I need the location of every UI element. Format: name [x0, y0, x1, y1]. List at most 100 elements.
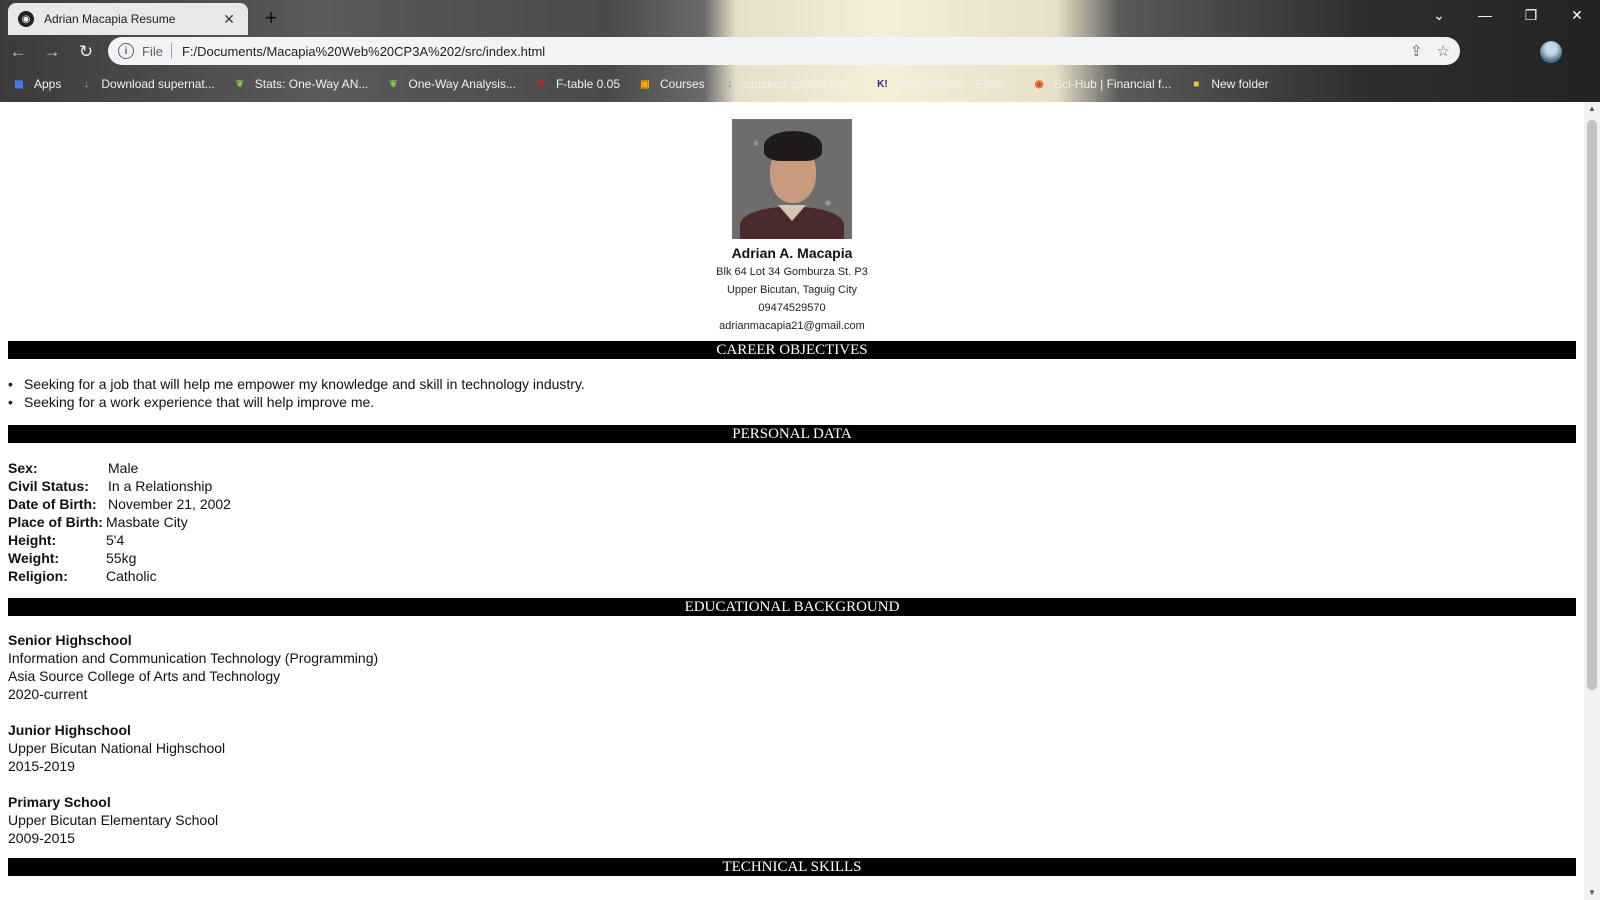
email-address: adrianmacapia21@gmail.com: [719, 320, 865, 332]
scroll-up-icon[interactable]: ▲: [1584, 102, 1600, 116]
url-scheme: File: [142, 43, 163, 59]
tab-search-icon[interactable]: ⌄: [1416, 0, 1462, 30]
page-viewport: Adrian A. Macapia Blk 64 Lot 34 Gomburza…: [0, 102, 1584, 900]
education-detail: Upper Bicutan National Highschool: [8, 740, 226, 756]
field-label: Sex:: [8, 460, 38, 476]
profile-avatar[interactable]: [1540, 41, 1562, 63]
personal-data-heading: PERSONAL DATA: [8, 425, 1576, 443]
educational-background-heading: EDUCATIONAL BACKGROUND: [8, 598, 1576, 616]
objective-item: • Seeking for a job that will help me emp…: [8, 375, 585, 393]
bookmarks-bar: ▦ Apps ↓ Download supernat... ❦ Stats: One-Wa…: [0, 70, 1600, 98]
bookmark-item[interactable]: ■ New folder: [1189, 77, 1268, 91]
url-text[interactable]: F:/Documents/Macapia%20Web%20CP3A%202/sr…: [182, 44, 1396, 59]
bookmark-item[interactable]: ❦ Stats: One-Way AN...: [233, 77, 369, 91]
education-detail: 2015-2019: [8, 758, 75, 774]
info-icon[interactable]: i: [118, 43, 134, 59]
objective-item: • Seeking for a work experience that will…: [8, 393, 585, 411]
resume-name: Adrian A. Macapia: [731, 245, 853, 261]
bookmark-item[interactable]: ▣ Courses: [638, 77, 705, 91]
vertical-scrollbar[interactable]: ▲ ▼: [1584, 102, 1600, 900]
bookmark-label: Sci-Hub | Financial f...: [1054, 77, 1172, 91]
personal-data-row: Date of Birth: November 21, 2002: [8, 495, 231, 513]
browser-tab[interactable]: ◉ Adrian Macapia Resume ✕: [8, 3, 248, 35]
back-icon[interactable]: ←: [2, 38, 34, 66]
education-detail: Asia Source College of Arts and Technolo…: [8, 668, 281, 684]
minimize-icon[interactable]: —: [1462, 0, 1508, 30]
education-detail: 2009-2015: [8, 830, 75, 846]
education-level: Senior Highschool: [8, 632, 132, 648]
bookmark-label: F-table 0.05: [555, 77, 620, 91]
bookmark-item[interactable]: K! Play Kahoot! - Enter...: [875, 77, 1014, 91]
personal-data-row: Sex: Male: [8, 459, 231, 477]
bookmark-label: Courses: [660, 77, 705, 91]
bookmark-label: cracked-games.org...: [744, 77, 858, 91]
download-icon: ↓: [727, 78, 733, 90]
download-icon: ↓: [83, 78, 89, 90]
field-label: Place of Birth:: [8, 514, 103, 530]
education-entry: Junior Highschool Upper Bicutan National …: [8, 721, 378, 775]
education-level: Junior Highschool: [8, 722, 131, 738]
scroll-down-icon[interactable]: ▼: [1584, 886, 1600, 900]
bookmark-item[interactable]: ↓ Download supernat...: [79, 77, 215, 91]
education-detail: Upper Bicutan Elementary School: [8, 812, 219, 828]
field-value: In a Relationship: [108, 478, 213, 494]
bookmark-star-icon[interactable]: ☆: [1437, 42, 1450, 60]
bookmark-label: Download supernat...: [101, 77, 215, 91]
profile-photo: [732, 119, 852, 239]
apps-grid-icon: ▦: [14, 78, 24, 90]
field-label: Religion:: [8, 568, 68, 584]
bookmark-item[interactable]: ↓ cracked-games.org...: [723, 77, 858, 91]
field-value: 55kg: [106, 550, 137, 566]
field-value: Masbate City: [106, 514, 188, 530]
education-entry: Senior Highschool Information and Communi…: [8, 631, 378, 703]
tab-title: Adrian Macapia Resume: [44, 12, 176, 26]
leaf-icon: ❦: [235, 78, 244, 90]
technical-skills-heading: TECHNICAL SKILLS: [8, 858, 1576, 876]
close-window-icon[interactable]: ✕: [1554, 0, 1600, 30]
window-controls: ⌄ — ❐ ✕: [1416, 0, 1600, 30]
career-objectives-heading: CAREER OBJECTIVES: [8, 341, 1576, 359]
personal-data-row: Weight: 55kg: [8, 549, 231, 567]
bookmark-item[interactable]: ❦ One-Way Analysis...: [386, 77, 516, 91]
address-bar[interactable]: i File F:/Documents/Macapia%20Web%20CP3A…: [108, 37, 1460, 65]
bookmark-item[interactable]: Ψ F-table 0.05: [534, 77, 620, 91]
education-detail: Information and Communication Technology…: [8, 650, 379, 666]
resume-header: Adrian A. Macapia Blk 64 Lot 34 Gomburza…: [0, 119, 1584, 335]
personal-data-row: Civil Status: In a Relationship: [8, 477, 231, 495]
new-tab-button[interactable]: +: [258, 5, 284, 31]
personal-data-row: Height: 5'4: [8, 531, 231, 549]
field-label: Height:: [8, 532, 57, 548]
bookmark-label: One-Way Analysis...: [408, 77, 516, 91]
field-value: Male: [108, 460, 139, 476]
education-level: Primary School: [8, 794, 111, 810]
bookmark-item[interactable]: ◉ Sci-Hub | Financial f...: [1032, 77, 1172, 91]
leaf-icon: ❦: [389, 78, 398, 90]
education-entry: Primary School Upper Bicutan Elementary S…: [8, 793, 378, 847]
reload-icon[interactable]: ↻: [70, 38, 102, 66]
share-icon[interactable]: ⇪: [1410, 42, 1423, 60]
bullet-icon: •: [8, 394, 13, 410]
restore-icon[interactable]: ❐: [1508, 0, 1554, 30]
objective-text: Seeking for a job that will help me empo…: [24, 376, 585, 392]
toolbar: ← → ↻ i File F:/Documents/Macapia%20Web%…: [0, 35, 1600, 68]
browser-chrome: ◉ Adrian Macapia Resume ✕ + ⌄ — ❐ ✕ ← → …: [0, 0, 1600, 102]
field-value: 5'4: [106, 532, 125, 548]
classroom-icon: ▣: [640, 78, 650, 90]
globe-icon: ◉: [18, 11, 34, 27]
bookmark-label: Play Kahoot! - Enter...: [897, 77, 1015, 91]
bookmark-label: New folder: [1211, 77, 1269, 91]
address-line-2: Upper Bicutan, Taguig City: [726, 284, 858, 296]
folder-icon: ■: [1193, 78, 1200, 90]
field-value: Catholic: [106, 568, 157, 584]
objective-text: Seeking for a work experience that will …: [24, 394, 375, 410]
phone-number: 09474529570: [758, 302, 826, 314]
bookmark-item[interactable]: ▦ Apps: [12, 77, 61, 91]
eye-icon: ◉: [1034, 78, 1044, 90]
shield-icon: Ψ: [536, 78, 545, 90]
kahoot-icon: K!: [877, 78, 888, 90]
scrollbar-thumb[interactable]: [1587, 120, 1597, 690]
close-tab-icon[interactable]: ✕: [220, 11, 238, 28]
bullet-icon: •: [8, 376, 13, 392]
forward-icon[interactable]: →: [36, 38, 68, 66]
field-value: November 21, 2002: [108, 496, 231, 512]
